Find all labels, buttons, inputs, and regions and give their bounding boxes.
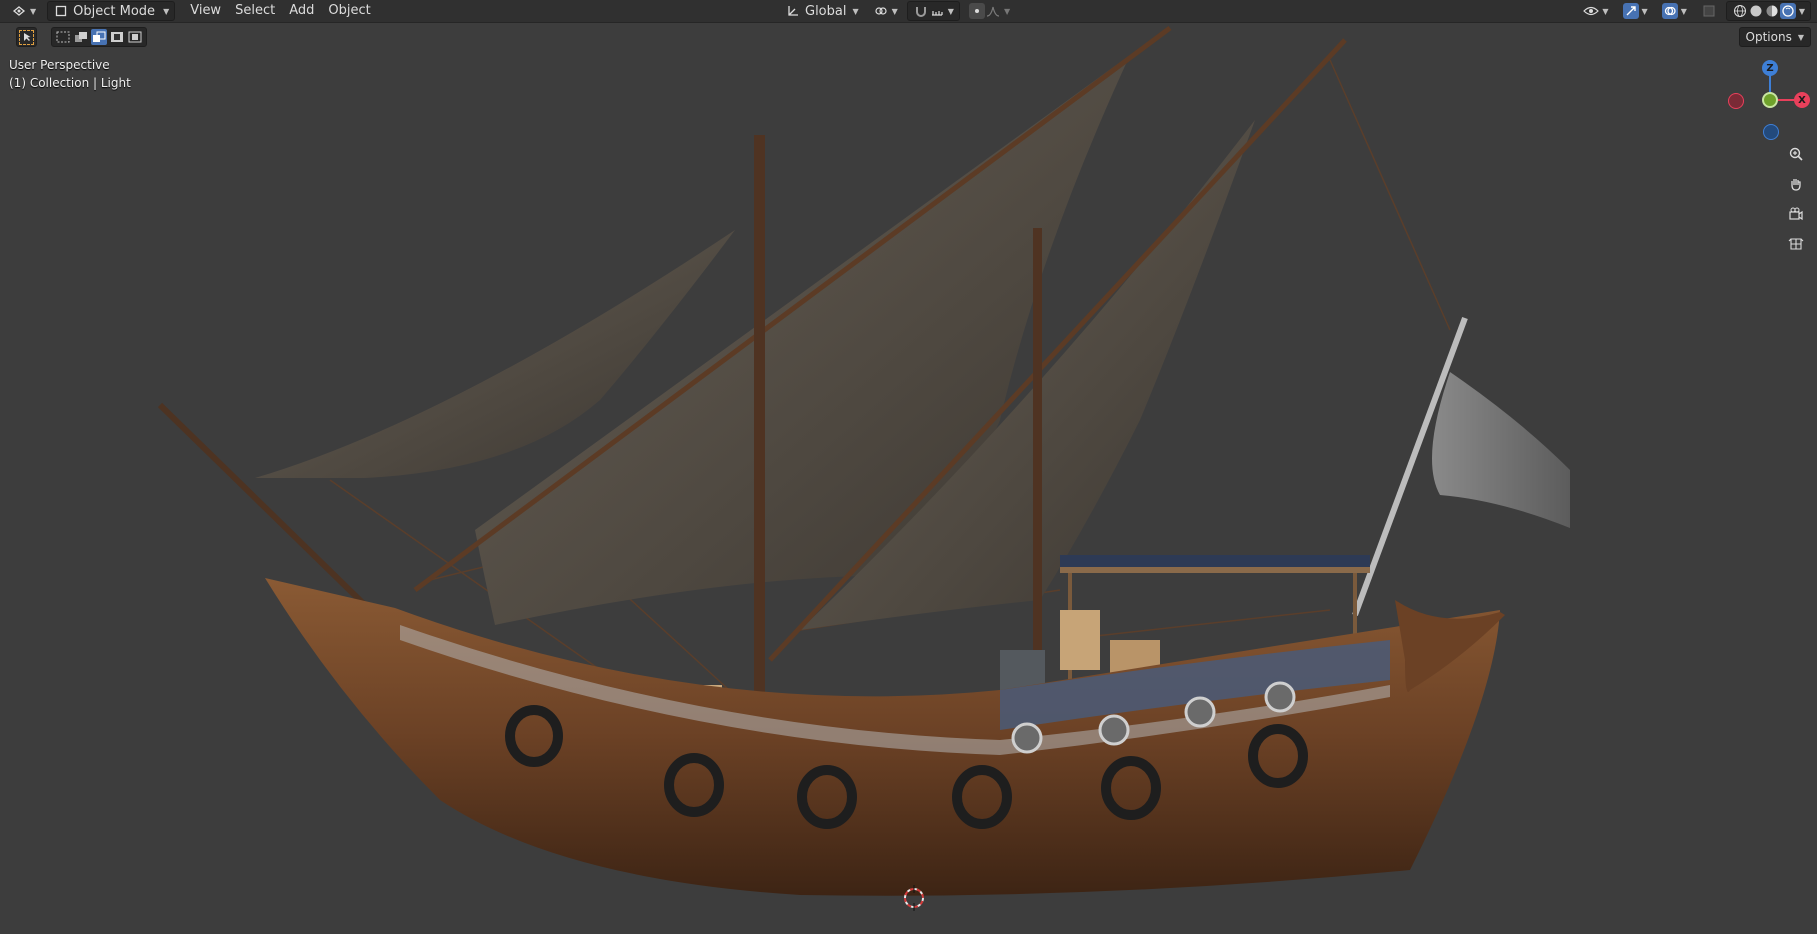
gizmo-neg-x-axis[interactable]: [1728, 93, 1744, 109]
select-invert-icon[interactable]: [109, 29, 125, 45]
mode-selector[interactable]: Object Mode ▼: [47, 1, 176, 21]
3d-viewport[interactable]: [0, 0, 1817, 934]
main-mast: [754, 135, 765, 725]
gizmo-x-label: X: [1798, 94, 1806, 106]
3d-viewport-icon: [11, 3, 27, 19]
orientation-axes-icon: [785, 3, 801, 19]
menu-add[interactable]: Add: [282, 1, 321, 21]
menu-view[interactable]: View: [183, 1, 228, 21]
chevron-down-icon: ▼: [1797, 32, 1804, 42]
gizmo-z-label: Z: [1766, 62, 1774, 74]
xray-icon: [1701, 3, 1717, 19]
camera-icon: [1788, 206, 1804, 222]
menu-object[interactable]: Object: [321, 1, 377, 21]
pan-button[interactable]: [1784, 172, 1808, 196]
camera-view-button[interactable]: [1784, 202, 1808, 226]
proportional-edit-icon: [968, 3, 985, 19]
flag: [1432, 372, 1570, 528]
options-dropdown[interactable]: Options ▼: [1738, 27, 1811, 47]
chevron-down-icon: ▼: [947, 6, 954, 16]
grid-ortho-icon: [1788, 236, 1804, 252]
header-center-tools: Global ▼ ▼ ▼ ▼: [780, 0, 1015, 22]
magnet-icon: [913, 3, 929, 19]
rendered-shading-icon[interactable]: [1779, 3, 1796, 19]
object-mode-icon: [53, 3, 69, 19]
zoom-icon: [1788, 146, 1804, 162]
zoom-button[interactable]: [1784, 142, 1808, 166]
gizmo-y-axis[interactable]: [1762, 92, 1778, 108]
tool-settings-row: [16, 27, 147, 47]
gizmo-z-axis[interactable]: Z: [1762, 60, 1778, 76]
collection-label: (1) Collection | Light: [9, 76, 131, 90]
mode-label: Object Mode: [73, 3, 156, 19]
active-tool-button[interactable]: [16, 27, 37, 47]
transform-orientation-selector[interactable]: Global ▼: [780, 2, 864, 20]
chevron-down-icon: ▼: [163, 6, 170, 16]
wireframe-shading-icon[interactable]: [1732, 3, 1748, 19]
navigation-gizmo[interactable]: Z X: [1725, 58, 1815, 140]
bowsprit: [157, 402, 373, 613]
overlays-toggle[interactable]: ▼: [1657, 2, 1692, 20]
gizmo-neg-z-axis[interactable]: [1763, 124, 1779, 140]
gizmo-icon: [1622, 3, 1639, 19]
select-cursor-icon: [19, 29, 34, 45]
selection-mode-group: [51, 27, 147, 47]
ship-model[interactable]: [0, 0, 1817, 934]
overlays-icon: [1661, 3, 1678, 19]
menu-select[interactable]: Select: [228, 1, 282, 21]
pivot-icon: [873, 3, 889, 19]
select-new-icon[interactable]: [55, 29, 71, 45]
gizmo-toggle[interactable]: ▼: [1618, 2, 1653, 20]
pan-hand-icon: [1788, 176, 1804, 192]
header-right-tools: ▼ ▼ ▼ ▼: [1578, 0, 1817, 22]
header-menus: View Select Add Object: [183, 1, 377, 21]
pivot-point-selector[interactable]: ▼: [868, 2, 903, 20]
chevron-down-icon: ▼: [1003, 6, 1011, 16]
awning: [1060, 555, 1370, 567]
select-subtract-icon[interactable]: [91, 29, 107, 45]
options-label: Options: [1745, 30, 1792, 44]
snap-toggle[interactable]: ▼: [906, 1, 960, 21]
chevron-down-icon: ▼: [1680, 6, 1687, 16]
editor-type-button[interactable]: ▼: [6, 2, 41, 20]
falloff-curve-icon: [985, 3, 1001, 19]
xray-toggle[interactable]: [1696, 2, 1722, 20]
proportional-edit-toggle[interactable]: ▼: [964, 2, 1015, 20]
transform-orientation-label: Global: [805, 3, 847, 19]
chevron-down-icon: ▼: [852, 6, 859, 16]
solid-shading-icon[interactable]: [1748, 3, 1764, 19]
perspective-label: User Perspective: [9, 58, 110, 72]
chevron-down-icon: ▼: [1641, 6, 1648, 16]
ortho-toggle-button[interactable]: [1784, 232, 1808, 256]
visibility-selector[interactable]: ▼: [1578, 2, 1613, 20]
chevron-down-icon: ▼: [1798, 6, 1805, 16]
chevron-down-icon: ▼: [891, 6, 898, 16]
select-intersect-icon[interactable]: [127, 29, 143, 45]
chevron-down-icon: ▼: [30, 6, 37, 16]
select-extend-icon[interactable]: [73, 29, 89, 45]
eye-icon: [1583, 3, 1600, 19]
mizzen-mast: [1033, 228, 1042, 678]
gizmo-x-axis[interactable]: X: [1794, 92, 1810, 108]
chevron-down-icon: ▼: [1602, 6, 1609, 16]
snap-increment-icon: [929, 3, 945, 19]
shading-mode-selector[interactable]: ▼: [1725, 1, 1811, 21]
material-preview-icon[interactable]: [1764, 3, 1780, 19]
